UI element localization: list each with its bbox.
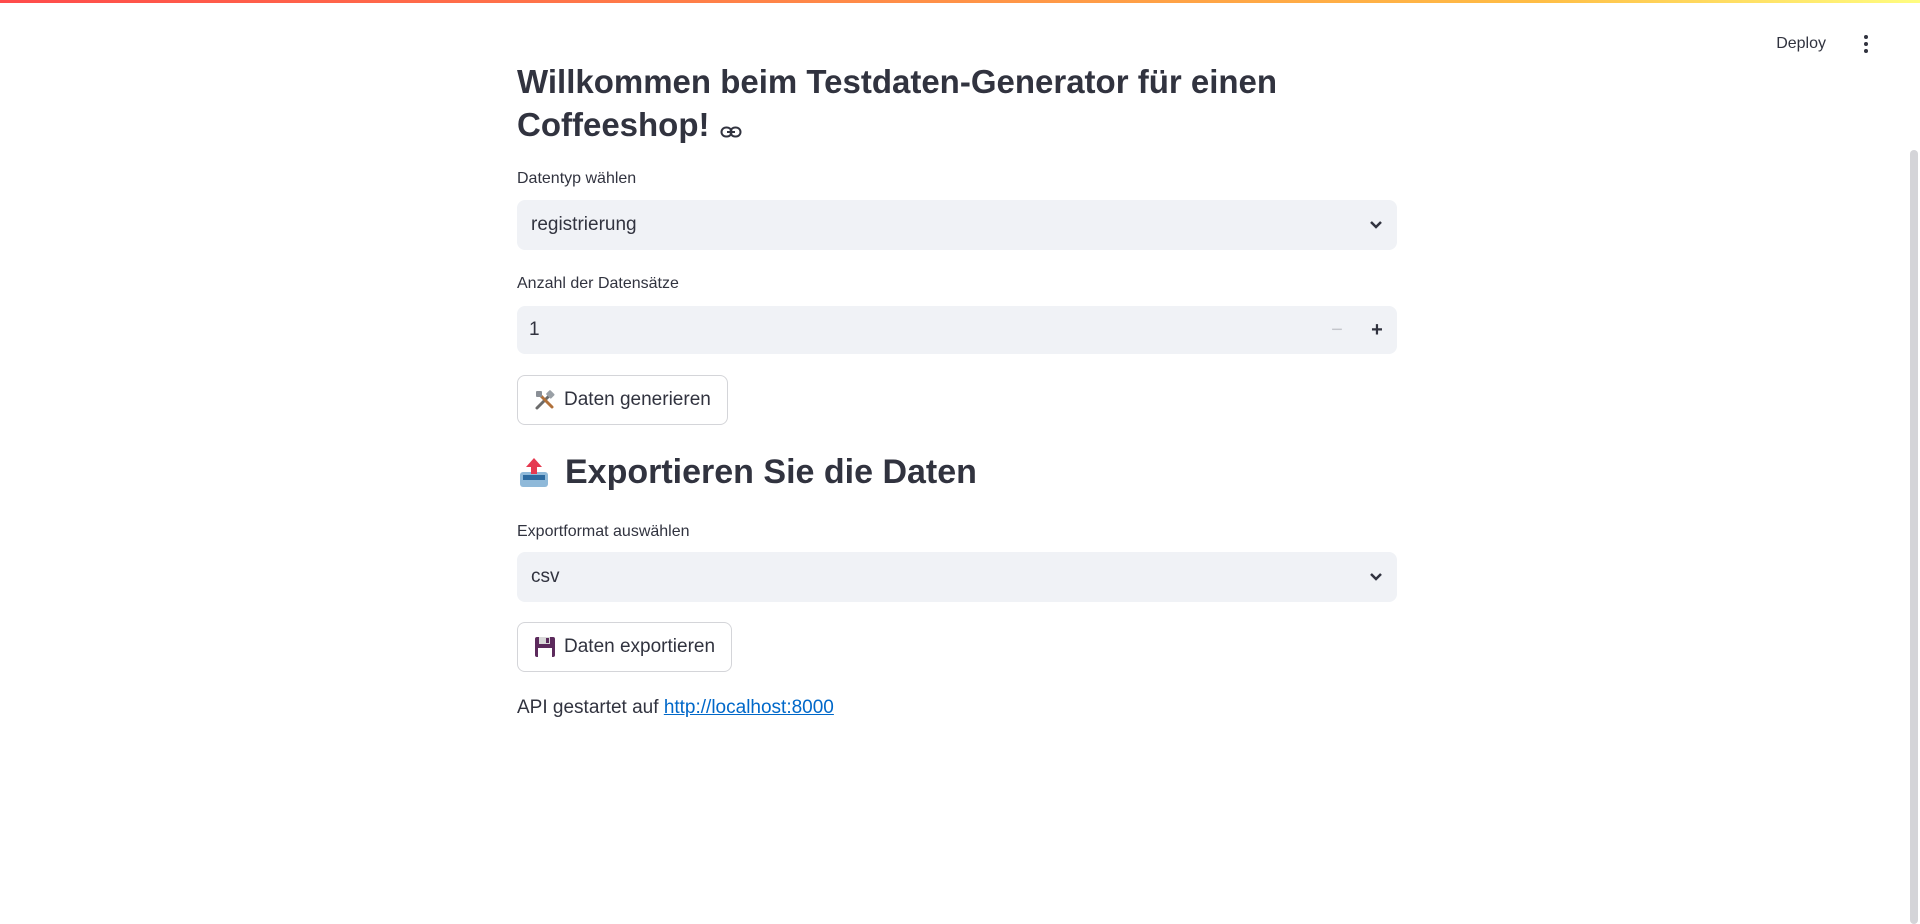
page-title-text: Willkommen beim Testdaten-Generator für … (517, 63, 1278, 143)
deploy-button[interactable]: Deploy (1768, 29, 1834, 59)
chevron-down-icon (1369, 214, 1383, 236)
api-link[interactable]: http://localhost:8000 (664, 697, 834, 718)
scrollbar[interactable] (1910, 150, 1918, 924)
datatype-label: Datentyp wählen (517, 170, 637, 187)
datatype-value: registrierung (531, 214, 637, 235)
api-status-prefix: API gestartet auf (517, 697, 659, 718)
chevron-down-icon (1369, 566, 1383, 588)
page-title: Willkommen beim Testdaten-Generator für … (517, 60, 1397, 149)
export-format-select[interactable]: csv (517, 552, 1397, 602)
api-status-text: API gestartet auf http://localhost:8000 (517, 697, 834, 719)
top-decoration-bar (0, 0, 1920, 3)
export-data-button[interactable]: Daten exportieren (517, 622, 733, 672)
count-label: Anzahl der Datensätze (517, 275, 679, 292)
decrement-button[interactable]: − (1317, 306, 1357, 354)
export-data-label: Daten exportieren (564, 636, 716, 657)
more-vertical-icon[interactable] (1852, 28, 1880, 60)
tools-icon (534, 389, 556, 411)
datatype-select[interactable]: registrierung (517, 200, 1397, 250)
export-format-label: Exportformat auswählen (517, 523, 690, 540)
count-input[interactable]: 1 (517, 319, 1317, 341)
increment-button[interactable]: + (1357, 306, 1397, 354)
generate-data-button[interactable]: Daten generieren (517, 375, 728, 425)
export-heading: Exportieren Sie die Daten (517, 453, 977, 492)
floppy-disk-icon (534, 636, 556, 658)
export-heading-text: Exportieren Sie die Daten (565, 453, 977, 491)
toolbar: Deploy (1768, 28, 1880, 60)
outbox-tray-icon (517, 456, 551, 490)
export-format-value: csv (531, 566, 560, 587)
count-number-input: 1 − + (517, 306, 1397, 354)
link-icon[interactable] (720, 106, 742, 149)
generate-data-label: Daten generieren (564, 389, 711, 410)
